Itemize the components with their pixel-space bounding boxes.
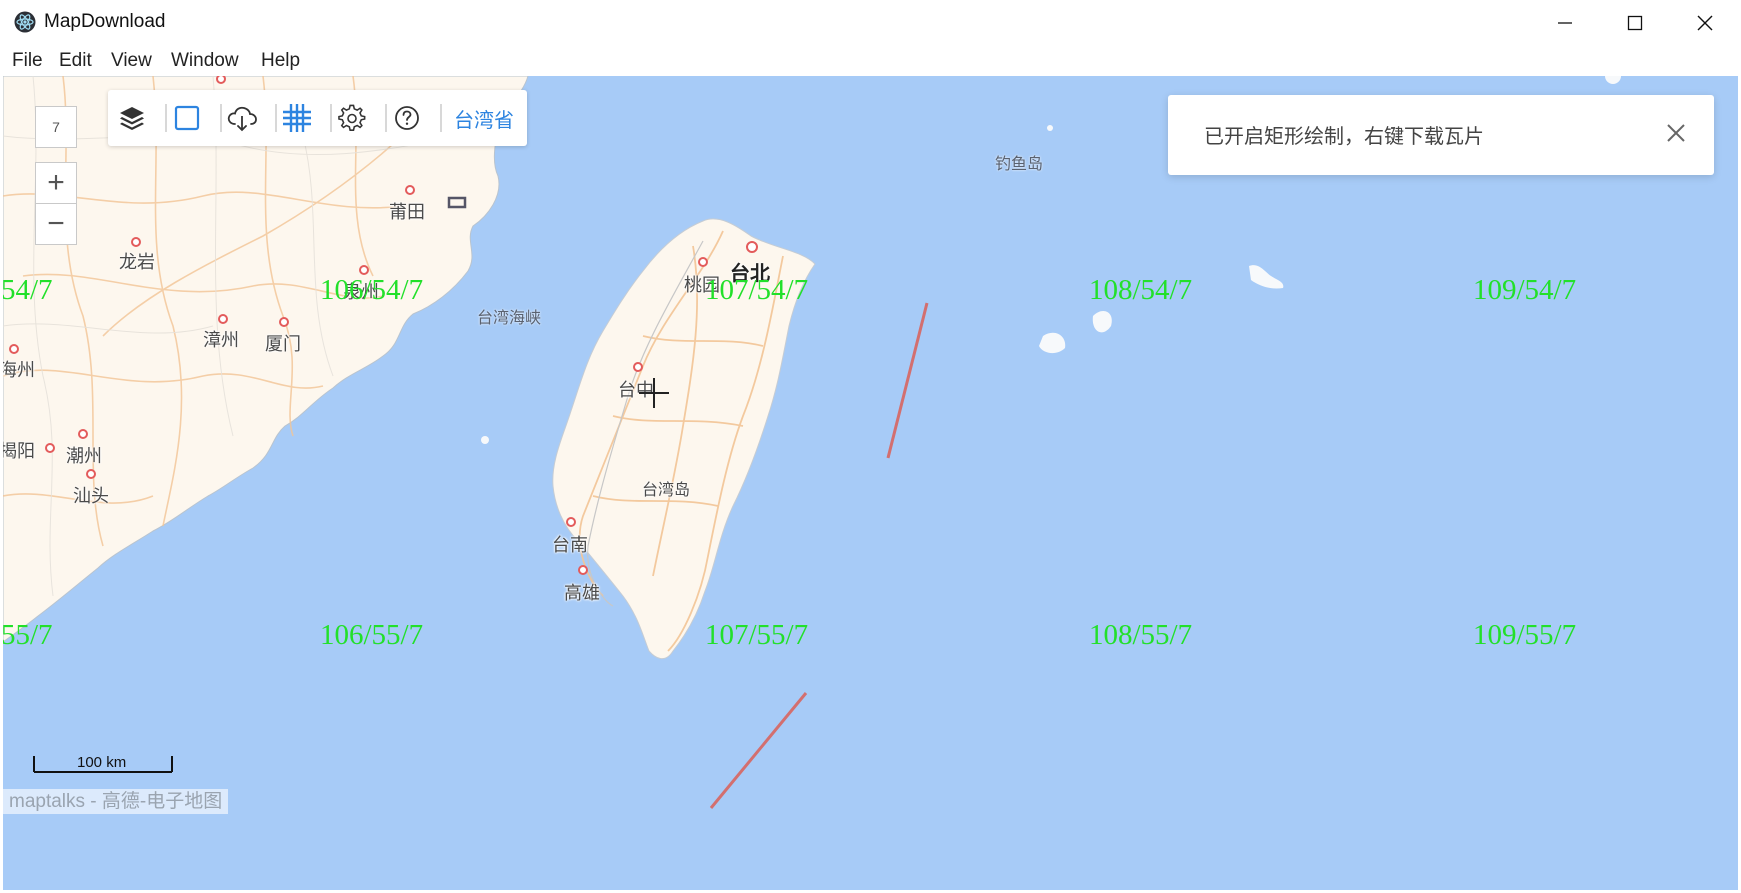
label-taiwan-strait: 台湾海峡 <box>477 310 542 327</box>
islet-6 <box>481 436 489 444</box>
toolbar-divider <box>220 104 222 132</box>
minus-icon: − <box>47 207 65 240</box>
tile-label: 108/54/7 <box>1089 274 1193 306</box>
menu-file[interactable]: File <box>12 50 43 72</box>
map-attribution[interactable]: maptalks - 高德-电子地图 <box>3 789 229 814</box>
notification-toast: 已开启矩形绘制，右键下载瓦片 <box>1168 95 1714 175</box>
toolbar-divider <box>440 104 442 132</box>
help-button[interactable] <box>390 101 424 135</box>
toolbar-divider <box>330 104 332 132</box>
label-longyan: 龙岩 <box>119 252 155 272</box>
label-chaozhou: 潮州 <box>66 446 102 466</box>
tile-label: 54/7 <box>3 274 53 306</box>
download-button[interactable] <box>225 101 259 135</box>
maximize-button[interactable] <box>1600 0 1670 46</box>
label-kaohsiung: 高雄 <box>564 583 600 603</box>
menu-window[interactable]: Window <box>171 50 239 72</box>
tile-label: 55/7 <box>3 619 53 651</box>
map-toolbar: 台湾省 <box>108 90 527 146</box>
islet-3 <box>1092 311 1112 333</box>
crosshair-cursor-icon <box>639 378 669 408</box>
tile-label: 109/54/7 <box>1473 274 1577 306</box>
tile-label: 108/55/7 <box>1089 619 1193 651</box>
zoom-out-button[interactable]: − <box>35 203 77 245</box>
layers-button[interactable] <box>115 101 149 135</box>
toolbar-divider <box>275 104 277 132</box>
grid-icon <box>283 104 311 132</box>
scale-bar: 100 km <box>33 754 173 774</box>
toolbar-divider <box>385 104 387 132</box>
zoom-in-button[interactable]: + <box>35 162 77 204</box>
plus-icon: + <box>47 166 65 199</box>
draw-rectangle-button[interactable] <box>170 101 204 135</box>
scale-text: 100 km <box>77 754 127 771</box>
rectangle-icon <box>174 105 200 131</box>
islet-1 <box>1249 265 1284 289</box>
question-icon <box>395 106 419 130</box>
minimize-icon <box>1558 22 1572 24</box>
menu-view[interactable]: View <box>111 50 152 72</box>
label-diaoyu: 钓鱼岛 <box>995 156 1044 173</box>
label-zhangzhou: 漳州 <box>203 330 239 350</box>
menu-help[interactable]: Help <box>261 50 300 72</box>
notification-close-button[interactable] <box>1662 119 1690 147</box>
menu-bar: File Edit View Window Help <box>0 46 1741 76</box>
tile-label: 106/55/7 <box>320 619 424 651</box>
close-icon <box>1667 124 1685 142</box>
zoom-level-indicator: 7 <box>35 106 77 148</box>
map-canvas[interactable]: 莆田 龙岩 泉州 漳州 厦门 海州 揭阳 潮州 汕头 台湾海峡 钓鱼岛 台北 桃… <box>3 76 1738 890</box>
tile-label: 109/55/7 <box>1473 619 1577 651</box>
islet-5 <box>1605 76 1621 84</box>
boundary-line-1 <box>886 302 929 459</box>
boundary-line-2 <box>709 692 808 809</box>
tile-label: 106/54/7 <box>320 274 424 306</box>
label-tainan: 台南 <box>552 535 588 555</box>
title-bar: MapDownload <box>0 0 1741 46</box>
close-button[interactable] <box>1670 0 1740 46</box>
settings-button[interactable] <box>335 101 369 135</box>
label-haizhou: 海州 <box>3 360 35 380</box>
cloud-download-icon <box>227 106 257 132</box>
label-xiamen: 厦门 <box>265 334 301 354</box>
menu-edit[interactable]: Edit <box>59 50 92 72</box>
window-title: MapDownload <box>44 11 166 32</box>
app-logo-icon <box>14 11 36 33</box>
tile-label: 107/54/7 <box>705 274 809 306</box>
close-icon <box>1697 15 1713 31</box>
minimize-button[interactable] <box>1530 0 1600 46</box>
tile-grid-button[interactable] <box>280 101 314 135</box>
islet-2 <box>1039 332 1066 354</box>
label-shantou: 汕头 <box>73 486 109 506</box>
label-jieyang: 揭阳 <box>3 441 35 461</box>
map-basemap <box>3 76 1621 809</box>
label-taiwan-island: 台湾岛 <box>642 482 691 499</box>
region-selector[interactable]: 台湾省 <box>454 104 514 133</box>
layers-icon <box>120 107 144 130</box>
label-putian: 莆田 <box>389 202 425 222</box>
notification-message: 已开启矩形绘制，右键下载瓦片 <box>1204 126 1484 148</box>
toolbar-divider <box>165 104 167 132</box>
tile-label: 107/55/7 <box>705 619 809 651</box>
gear-icon <box>338 104 366 131</box>
islet-4 <box>1047 125 1053 131</box>
maximize-icon <box>1627 15 1643 31</box>
